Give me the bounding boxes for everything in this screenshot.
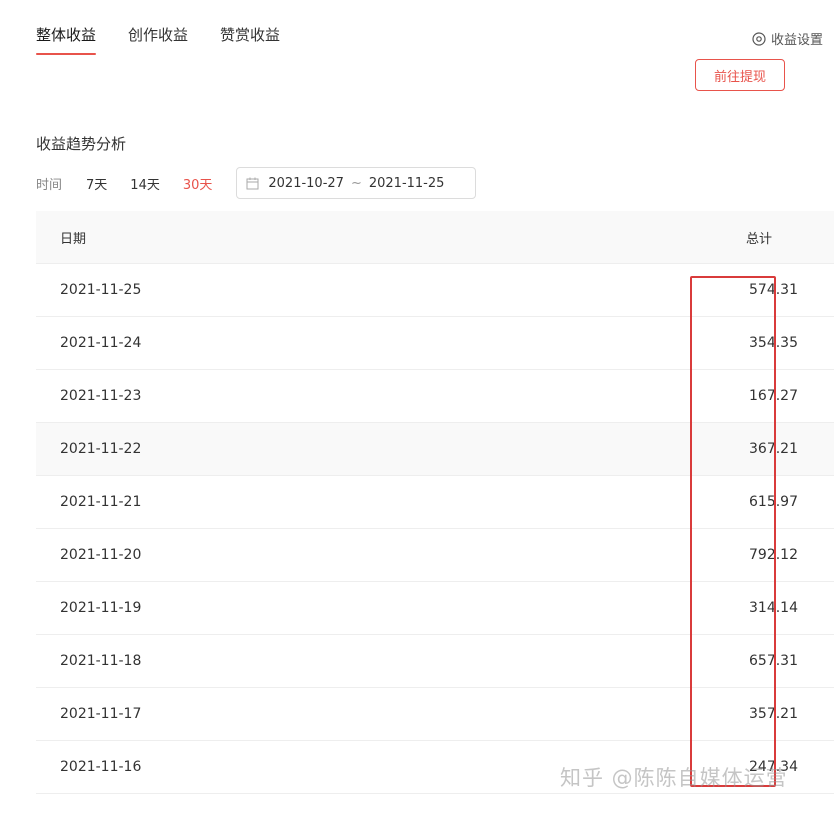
range-14-days[interactable]: 14天 bbox=[130, 174, 160, 193]
row-date: 2021-11-16 bbox=[60, 759, 142, 775]
earnings-table: 日期 总计 2021-11-25 574.31 2021-11-24 354.35 … bbox=[36, 211, 834, 794]
table-row: 2021-11-22 367.21 bbox=[36, 423, 834, 476]
row-total: 657.31 bbox=[749, 653, 798, 669]
row-date: 2021-11-21 bbox=[60, 494, 142, 510]
time-filter-label: 时间 bbox=[36, 177, 63, 193]
table-row: 2021-11-24 354.35 bbox=[36, 317, 834, 370]
row-date: 2021-11-25 bbox=[60, 282, 142, 298]
row-total: 247.34 bbox=[749, 759, 798, 775]
table-row: 2021-11-17 357.21 bbox=[36, 688, 834, 741]
row-date: 2021-11-18 bbox=[60, 653, 142, 669]
row-total: 167.27 bbox=[749, 388, 798, 404]
row-total: 357.21 bbox=[749, 706, 798, 722]
row-total: 314.14 bbox=[749, 600, 798, 616]
table-row: 2021-11-18 657.31 bbox=[36, 635, 834, 688]
time-filter: 时间 7天 14天 30天 2021-10-27 ~ 2021-11-25 bbox=[36, 167, 477, 199]
tab-tip-earnings[interactable]: 赞赏收益 bbox=[220, 24, 280, 54]
row-date: 2021-11-20 bbox=[60, 547, 142, 563]
table-row: 2021-11-23 167.27 bbox=[36, 370, 834, 423]
earnings-tabs: 整体收益 创作收益 赞赏收益 bbox=[36, 24, 280, 55]
calendar-icon bbox=[246, 177, 259, 190]
row-date: 2021-11-19 bbox=[60, 600, 142, 616]
row-total: 367.21 bbox=[749, 441, 798, 457]
row-total: 792.12 bbox=[749, 547, 798, 563]
tab-overall-earnings[interactable]: 整体收益 bbox=[36, 24, 97, 55]
row-total: 574.31 bbox=[749, 282, 798, 298]
table-row: 2021-11-19 314.14 bbox=[36, 582, 834, 635]
date-range-end: 2021-11-25 bbox=[368, 175, 445, 191]
target-icon bbox=[752, 31, 766, 46]
section-title: 收益趋势分析 bbox=[36, 135, 127, 153]
earnings-settings-label: 收益设置 bbox=[770, 33, 823, 48]
row-date: 2021-11-17 bbox=[60, 706, 142, 722]
tab-creation-earnings[interactable]: 创作收益 bbox=[128, 24, 188, 54]
table-row: 2021-11-20 792.12 bbox=[36, 529, 834, 582]
table-header: 日期 总计 bbox=[36, 211, 834, 264]
row-date: 2021-11-22 bbox=[60, 441, 142, 457]
date-range-separator: ~ bbox=[350, 175, 362, 191]
column-header-date: 日期 bbox=[60, 231, 87, 247]
range-7-days[interactable]: 7天 bbox=[86, 174, 107, 193]
table-row: 2021-11-16 247.34 bbox=[36, 741, 834, 794]
range-30-days[interactable]: 30天 bbox=[183, 174, 213, 193]
row-date: 2021-11-24 bbox=[60, 335, 142, 351]
date-range-picker[interactable]: 2021-10-27 ~ 2021-11-25 bbox=[236, 167, 477, 199]
row-total: 615.97 bbox=[749, 494, 798, 510]
column-header-total: 总计 bbox=[746, 231, 773, 247]
date-range-start: 2021-10-27 bbox=[268, 175, 344, 191]
row-total: 354.35 bbox=[749, 335, 798, 351]
earnings-settings-link[interactable]: 收益设置 bbox=[752, 29, 823, 48]
table-row: 2021-11-25 574.31 bbox=[36, 264, 834, 317]
withdraw-button[interactable]: 前往提现 bbox=[695, 59, 785, 91]
table-row: 2021-11-21 615.97 bbox=[36, 476, 834, 529]
row-date: 2021-11-23 bbox=[60, 388, 142, 404]
